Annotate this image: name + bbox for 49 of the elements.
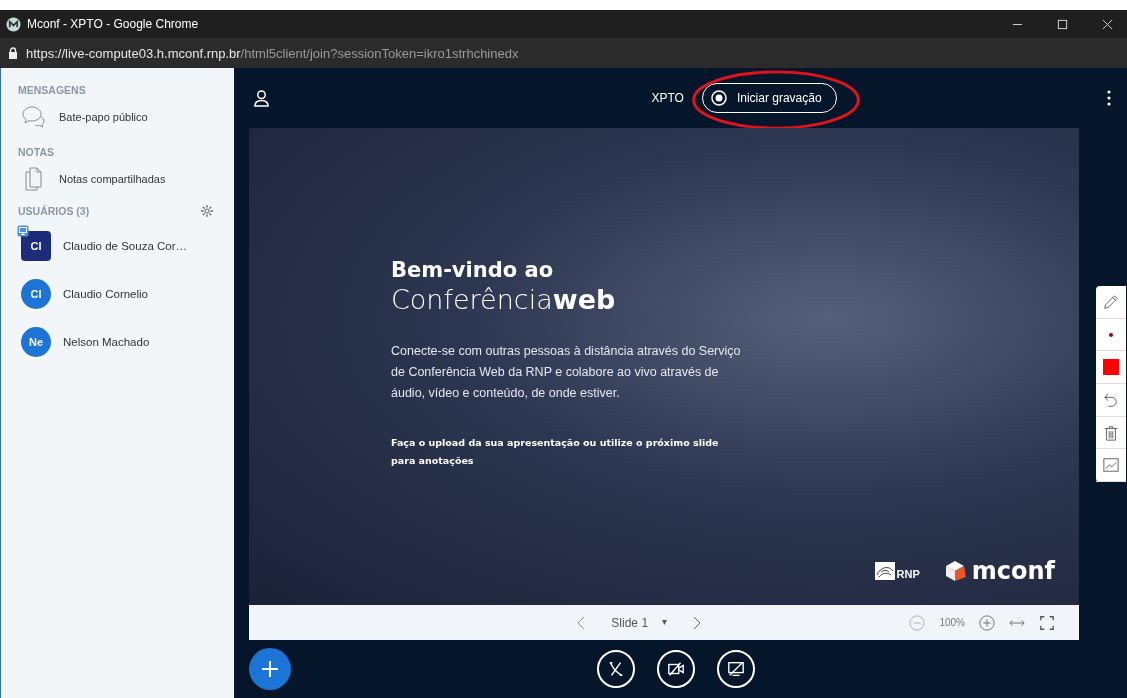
section-heading: NOTAS [17, 145, 55, 160]
slide-selector[interactable]: Slide 1 ▾ [605, 614, 674, 631]
record-icon [710, 90, 727, 106]
undo-icon[interactable] [1103, 391, 1119, 408]
user-list-item[interactable]: Cl Claudio de Souza Cor… [1, 222, 234, 270]
screen-share-off-button[interactable] [716, 650, 755, 688]
mute-audio-button[interactable] [596, 650, 635, 688]
zoom-level: 100% [939, 617, 965, 628]
slide-body-text: Conecte-se com outras pessoas à distância através do Serviço de Conferência Web da RNP e colabore ao vivo através de áudio, vídeo e conteúdo, de onde estiver. [391, 343, 741, 402]
slide-heading: Bem-vindo ao [391, 258, 555, 282]
sidebar-item[interactable]: Notas compartilhadas [1, 162, 234, 204]
previous-slide-icon[interactable] [577, 615, 586, 630]
pencil-icon[interactable] [1103, 293, 1119, 310]
user-list-item[interactable]: Ne Nelson Machado [1, 318, 234, 366]
slide-brand: Conferênciaweb [391, 284, 617, 315]
chat-bubbles-icon [21, 104, 47, 130]
zoom-in-icon[interactable] [979, 614, 995, 631]
trash-icon[interactable] [1103, 424, 1119, 441]
user-avatar: Cl [21, 279, 51, 309]
section-heading: MENSAGENS [17, 83, 87, 98]
sidebar-item[interactable]: Bate-papo público [1, 100, 234, 142]
meeting-name: XPTO [651, 91, 684, 105]
add-button[interactable] [249, 648, 291, 690]
dot-size-icon[interactable] [1109, 332, 1113, 337]
app-logo-icon [6, 16, 21, 32]
user-icon[interactable] [254, 89, 269, 107]
rnp-logo-text: RNP [896, 568, 920, 580]
color-swatch[interactable] [1103, 359, 1119, 376]
user-avatar: Ne [21, 327, 51, 357]
settings-icon[interactable] [200, 204, 214, 218]
close-icon[interactable] [1102, 18, 1113, 30]
line-chart-icon[interactable] [1103, 457, 1119, 474]
fullscreen-icon[interactable] [1039, 614, 1055, 631]
plus-icon [260, 659, 280, 679]
next-slide-icon[interactable] [693, 615, 702, 630]
camera-off-button[interactable] [656, 650, 695, 688]
more-options-icon[interactable] [1107, 90, 1111, 106]
window-title: Mconf - XPTO - Google Chrome [27, 17, 199, 31]
camera-off-icon [666, 660, 685, 678]
screen-off-icon [726, 660, 745, 678]
maximize-icon[interactable] [1057, 18, 1068, 30]
cube-logo-icon [943, 559, 968, 583]
slide-note: Faça o upload da sua apresentação ou utilize o próximo slide para anotações [391, 436, 720, 468]
user-list-item[interactable]: Cl Claudio Cornelio [1, 270, 234, 318]
section-heading: USUÁRIOS (3) [18, 205, 90, 217]
rnp-logo-icon [874, 562, 895, 580]
lock-icon [8, 47, 18, 59]
mconf-logo-text: mconf [971, 557, 1055, 585]
user-avatar: Cl [21, 231, 51, 261]
